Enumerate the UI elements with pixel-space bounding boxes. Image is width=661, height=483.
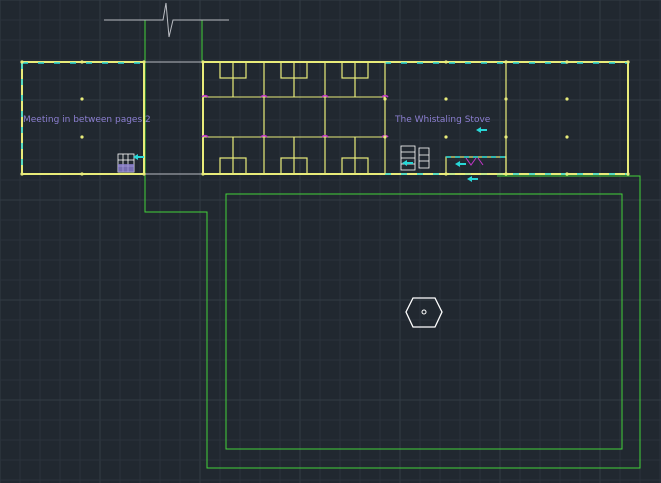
inner-boundary	[225, 193, 623, 450]
drawing-canvas[interactable]	[0, 0, 661, 483]
grid-layer	[0, 0, 661, 483]
main-block	[202, 61, 629, 175]
site-outline	[144, 20, 641, 469]
toilet-cubicles-bottom	[219, 137, 369, 175]
furniture-block-icon	[400, 145, 430, 171]
hexagon-marker-icon[interactable]	[405, 297, 443, 328]
cad-viewport[interactable]: Meeting in between pages 2 The Whistalin…	[0, 0, 661, 483]
corridor	[143, 61, 205, 175]
